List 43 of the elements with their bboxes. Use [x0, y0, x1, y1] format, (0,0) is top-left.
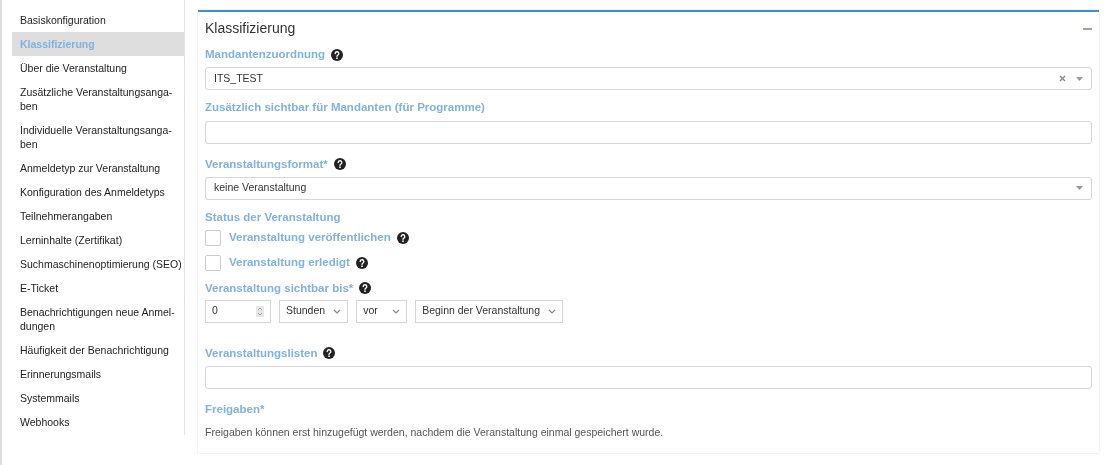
field-label: Veranstaltungsformat* [205, 156, 328, 172]
sidebar-item[interactable]: Individuelle Veranstaltungsanga- ben [12, 118, 184, 156]
sidebar-item[interactable]: Systemmails [12, 386, 184, 410]
sidebar-item[interactable]: Benachrichtigungen neue Anmel- dungen [12, 300, 184, 338]
field-label: Mandantenzuordnung [205, 47, 326, 62]
caret-icon [333, 308, 342, 314]
sidebar-item[interactable]: Zusätzliche Veranstaltungsanga- ben [12, 80, 184, 118]
sidebar-item[interactable]: Suchmaschinenoptimierung (SEO) [12, 252, 184, 276]
select-field[interactable]: ITS_TEST [205, 67, 1092, 91]
caret-icon [392, 308, 401, 314]
checkbox-label: Veranstaltung veröffentlichen [229, 230, 391, 245]
field-label: Veranstaltung sichtbar bis* [205, 280, 354, 296]
sidebar-item[interactable]: Erinnerungsmails [12, 362, 184, 386]
field-label: Freigaben* [205, 402, 265, 417]
caret-icon [548, 308, 557, 314]
input-field[interactable] [205, 366, 1092, 389]
panel-title: Klassifizierung [205, 19, 296, 38]
sidebar-item[interactable]: E-Ticket [12, 276, 184, 300]
sidebar-item[interactable]: Konfiguration des Anmeldetyps [12, 180, 184, 204]
sidebar-item[interactable]: Anmeldetyp zur Veranstaltung [12, 156, 184, 180]
dropdown[interactable]: Stunden [279, 299, 349, 323]
clear-icon[interactable] [1059, 75, 1066, 83]
sidebar-item[interactable]: Über die Veranstaltung [12, 56, 184, 80]
sidebar-item[interactable]: Webhooks [12, 410, 184, 434]
field-label: Status der Veranstaltung [205, 209, 341, 225]
caret-icon [1076, 186, 1083, 191]
dropdown[interactable]: vor [356, 299, 408, 323]
sidebar-item[interactable]: Teilnehmerangaben [12, 204, 184, 228]
field-label: Zusätzlich sichtbar für Mandanten (für Programme) [205, 100, 485, 116]
sidebar-item[interactable]: Basiskonfiguration [12, 8, 184, 32]
info-text: Freigaben können erst hinzugefügt werden, nachdem die Veranstaltung einmal gespeichert wurde. [205, 425, 665, 441]
field-label: Veranstaltungslisten [205, 345, 318, 361]
sidebar-item[interactable]: Lerninhalte (Zertifikat) [12, 228, 184, 252]
sidebar-item[interactable]: Häufigkeit der Benachrichtigung [12, 338, 184, 362]
number-field[interactable]: 0 [205, 299, 271, 323]
caret-icon [1076, 76, 1083, 81]
select-field[interactable]: keine Veranstaltung [205, 176, 1092, 200]
input-field[interactable] [205, 120, 1092, 144]
checkbox[interactable] [205, 254, 221, 271]
spinner-icon [256, 305, 264, 317]
dropdown[interactable]: Beginn der Veranstaltung [415, 299, 564, 323]
checkbox-label: Veranstaltung erledigt [229, 255, 350, 271]
checkbox[interactable] [205, 229, 221, 246]
